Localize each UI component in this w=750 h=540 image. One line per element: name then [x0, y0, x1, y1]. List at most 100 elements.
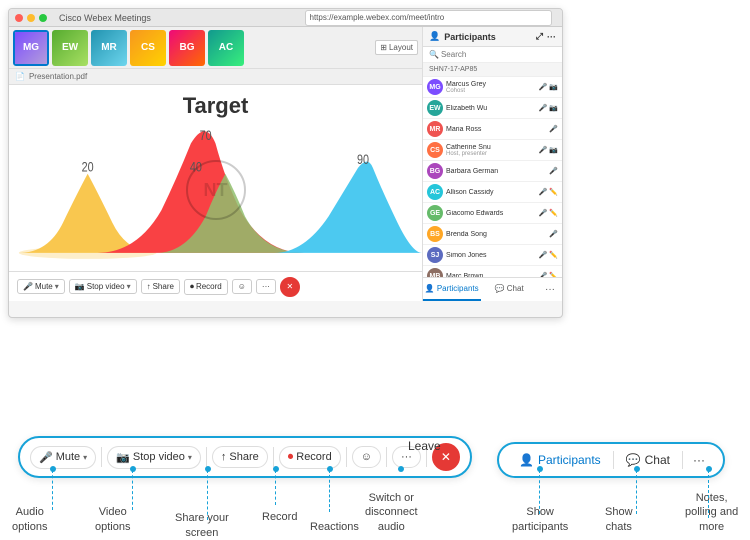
- share-enlarged-button[interactable]: ↑ Share: [212, 446, 268, 468]
- thumb-6[interactable]: AC: [208, 30, 244, 66]
- chat-panel-icon: 💬: [626, 453, 641, 467]
- panel-footer-tabs: 👤 Participants 💬 Chat ···: [423, 277, 562, 301]
- avatar: BG: [427, 163, 443, 179]
- divider-2: [206, 447, 207, 467]
- presentation-area: 📄 Presentation.pdf Target 20: [9, 69, 422, 271]
- chat-tab[interactable]: 💬 Chat: [481, 278, 539, 301]
- participant-item: GE Giacomo Edwards 🎤 ✏️: [423, 203, 562, 224]
- participants-panel-tab[interactable]: 👤 Participants: [511, 449, 609, 471]
- show-chats-dot: [634, 466, 640, 472]
- browser-title: Cisco Webex Meetings: [59, 13, 297, 23]
- participant-item: EW Elizabeth Wu 🎤 📷: [423, 98, 562, 119]
- file-icon: 📄: [15, 72, 25, 81]
- participant-list: MG Marcus Grey Cohost 🎤 📷 EW Elizabeth W…: [423, 77, 562, 277]
- panel-title: Participants: [444, 32, 496, 42]
- avatar: AC: [427, 184, 443, 200]
- video-chevron: ▾: [127, 282, 131, 291]
- url-bar[interactable]: https://example.webex.com/meet/intro: [305, 10, 553, 26]
- emoji-enlarged-icon: ☺: [361, 451, 372, 463]
- browser-content: MG EW MR CS BG AC ⊞ Layout 📄 Presentatio…: [9, 27, 562, 301]
- close-dot[interactable]: [15, 14, 23, 22]
- show-chats-label: Showchats: [605, 505, 633, 534]
- record-enlarged-button[interactable]: ⏺ Record: [279, 446, 341, 469]
- minimize-dot[interactable]: [27, 14, 35, 22]
- notes-polling-label: Notes,polling andmore: [685, 491, 738, 534]
- svg-text:20: 20: [82, 159, 94, 174]
- enlarged-toolbar: 🎤 Mute ▾ 📷 Stop video ▾ ↑ Share ⏺ Record…: [18, 436, 472, 478]
- panel-subheader: SHN7-17-AP85: [423, 63, 562, 77]
- people-panel-icon: 👤: [519, 453, 534, 467]
- thumb-1[interactable]: MG: [13, 30, 49, 66]
- video-line-v: [132, 470, 133, 510]
- leave-button[interactable]: ✕: [280, 277, 300, 297]
- video-dot: [130, 466, 136, 472]
- switch-dot: [398, 466, 404, 472]
- maximize-dot[interactable]: [39, 14, 47, 22]
- presentation-header: 📄 Presentation.pdf: [9, 69, 422, 85]
- avatar: MR: [427, 121, 443, 137]
- search-icon: 🔍: [429, 50, 439, 59]
- camera-icon: 📷: [75, 282, 85, 291]
- notes-dot: [706, 466, 712, 472]
- record-enlarged-icon: ⏺: [288, 451, 294, 464]
- nt-watermark: NT: [186, 160, 246, 220]
- participant-item: SJ Simon Jones 🎤 ✏️: [423, 245, 562, 266]
- record-button[interactable]: ⏺ Record: [184, 279, 228, 295]
- more-button[interactable]: ···: [256, 279, 276, 294]
- divider-1: [101, 447, 102, 467]
- emoji-icon: ☺: [238, 282, 246, 291]
- participant-item: AC Allison Cassidy 🎤 ✏️: [423, 182, 562, 203]
- meeting-toolbar: 🎤 Mute ▾ 📷 Stop video ▾ ↑ Share ⏺: [9, 271, 422, 301]
- browser-window: Cisco Webex Meetings https://example.web…: [8, 8, 563, 318]
- stop-video-button[interactable]: 📷 Stop video ▾: [69, 279, 137, 294]
- stop-video-enlarged-button[interactable]: 📷 Stop video ▾: [107, 446, 201, 469]
- panel-header: 👤 Participants ⤢ ···: [423, 27, 562, 47]
- participant-item: MG Marcus Grey Cohost 🎤 📷: [423, 77, 562, 98]
- mute-enlarged-chevron: ▾: [83, 453, 87, 462]
- avatar: SJ: [427, 247, 443, 263]
- camera-stop-icon: 📷: [116, 451, 130, 464]
- video-options-label: Videooptions: [95, 505, 130, 534]
- avatar: MG: [427, 79, 443, 95]
- participant-item: CS Catherine Snu Host, presenter 🎤 📷: [423, 140, 562, 161]
- svg-text:70: 70: [200, 128, 212, 143]
- avatar: BS: [427, 226, 443, 242]
- mute-enlarged-button[interactable]: 🎤 Mute ▾: [30, 446, 96, 469]
- thumb-5[interactable]: BG: [169, 30, 205, 66]
- thumbnail-strip: MG EW MR CS BG AC ⊞ Layout: [9, 27, 422, 69]
- mic-icon: 🎤: [23, 282, 33, 291]
- notes-line-v: [708, 470, 709, 518]
- audio-dot: [50, 466, 56, 472]
- participants-panel: 👤 Participants ⤢ ··· 🔍 SHN7-17-AP85 MG M…: [422, 27, 562, 301]
- chat-panel-tab[interactable]: 💬 Chat: [618, 449, 678, 471]
- panel-expand-icon[interactable]: ⤢: [536, 31, 543, 42]
- more-tab[interactable]: ···: [538, 284, 562, 295]
- chat-tab-icon: 💬: [495, 284, 505, 293]
- mute-button[interactable]: 🎤 Mute ▾: [17, 279, 65, 294]
- enlarged-panel-tabs: 👤 Participants 💬 Chat ···: [497, 442, 725, 478]
- thumb-3[interactable]: MR: [91, 30, 127, 66]
- participant-item: MR Maria Ross 🎤: [423, 119, 562, 140]
- share-button[interactable]: ↑ Share: [141, 279, 180, 294]
- record-icon: ⏺: [190, 282, 194, 292]
- svg-text:90: 90: [357, 152, 369, 167]
- share-dot: [205, 466, 211, 472]
- record-label-ann: Record: [262, 510, 297, 524]
- panel-tab-divider: [613, 451, 614, 469]
- thumb-2[interactable]: EW: [52, 30, 88, 66]
- search-input[interactable]: [441, 50, 556, 59]
- participant-item: BS Brenda Song 🎤: [423, 224, 562, 245]
- thumb-4[interactable]: CS: [130, 30, 166, 66]
- reactions-enlarged-button[interactable]: ☺: [352, 446, 381, 468]
- share-line-v: [207, 470, 208, 520]
- reactions-button[interactable]: ☺: [232, 279, 252, 294]
- audio-options-label: Audiooptions: [12, 505, 47, 534]
- share-enlarged-icon: ↑: [221, 451, 227, 463]
- switch-disconnect-label: Switch ordisconnectaudio: [365, 491, 418, 534]
- layout-button[interactable]: ⊞ Layout: [375, 40, 418, 55]
- video-enlarged-chevron: ▾: [188, 453, 192, 462]
- share-screen-label: Share yourscreen: [175, 511, 229, 540]
- panel-more-icon[interactable]: ···: [547, 32, 556, 42]
- participants-tab[interactable]: 👤 Participants: [423, 278, 481, 301]
- layout-grid-icon: ⊞: [380, 43, 387, 52]
